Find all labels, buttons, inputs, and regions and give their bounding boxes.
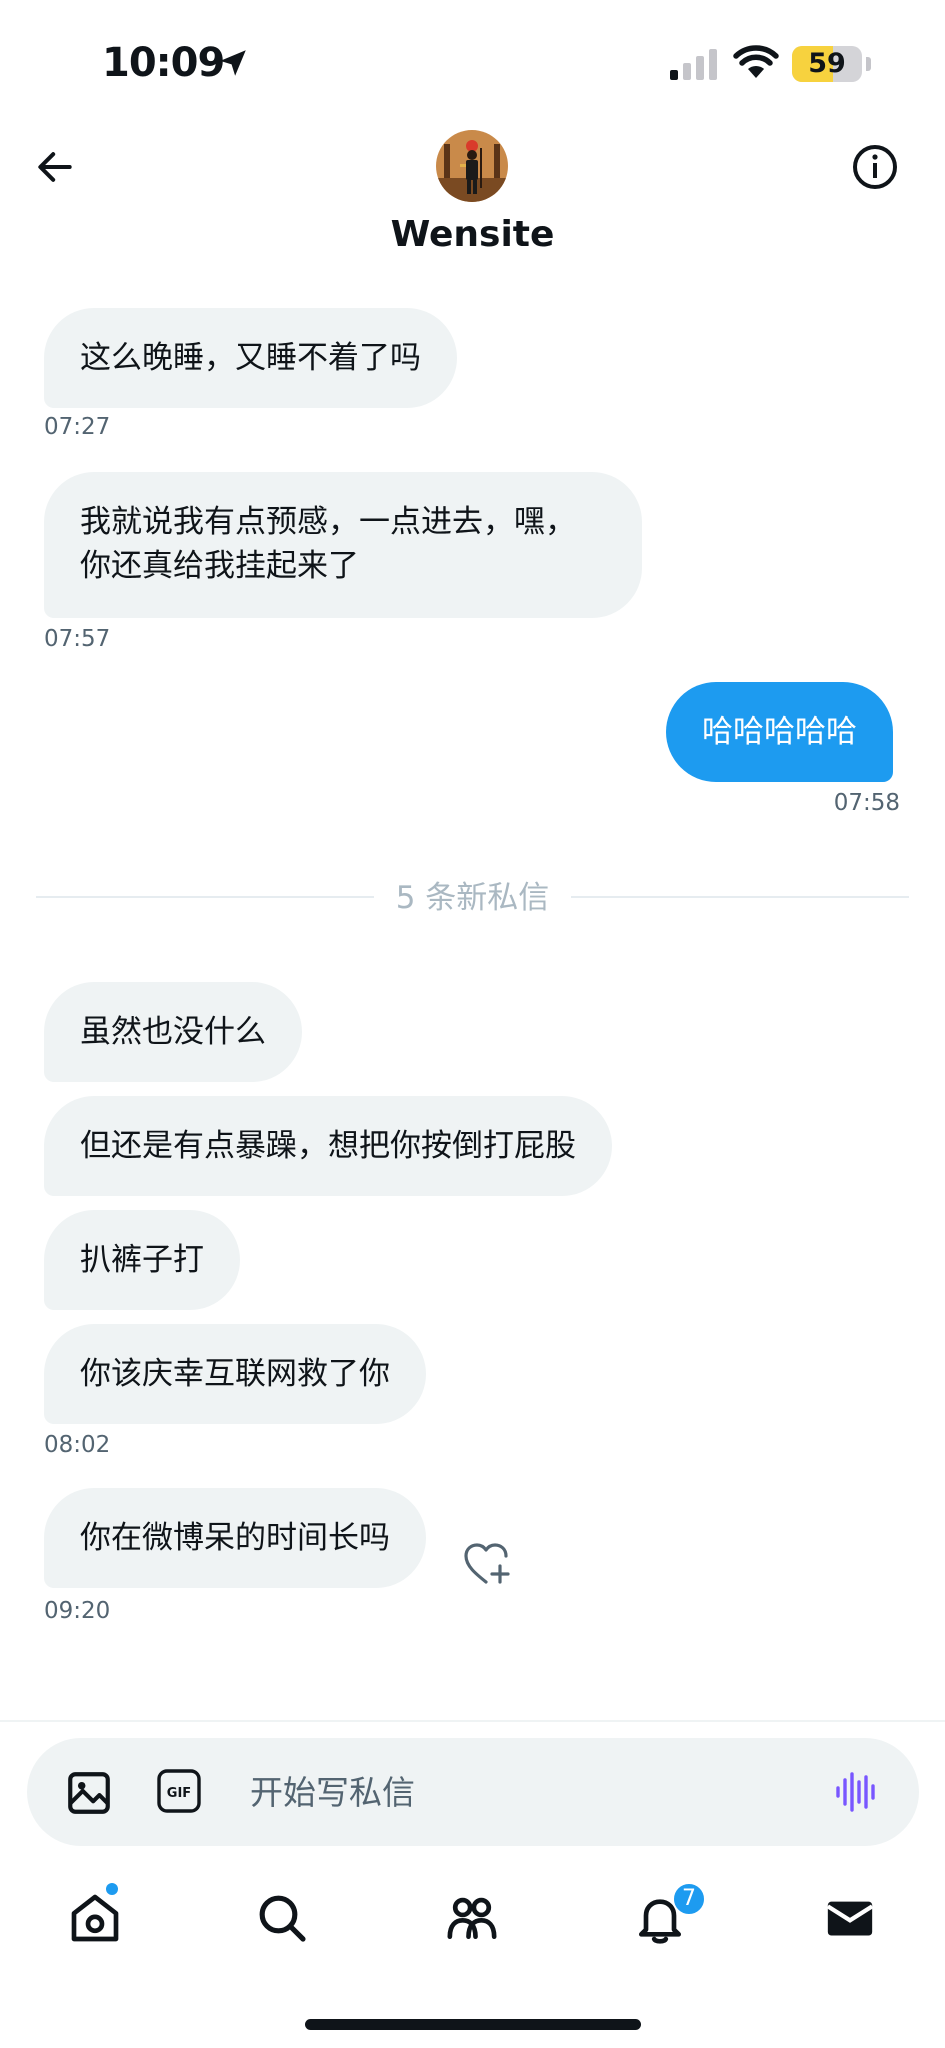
message-timestamp: 07:58: [833, 790, 900, 816]
message-input[interactable]: [250, 1766, 790, 1818]
info-icon: [853, 145, 897, 189]
communities-icon[interactable]: [444, 1890, 500, 1946]
back-button[interactable]: [30, 142, 80, 192]
dm-conversation-screen: 10:09 59 Wensite 这么晚睡，又睡不着了吗 07:27 我就说我有…: [0, 0, 945, 2048]
gif-icon[interactable]: GIF: [156, 1768, 202, 1814]
message-timestamp: 09:20: [44, 1598, 111, 1624]
home-icon[interactable]: [67, 1890, 123, 1946]
message-bubble[interactable]: 但还是有点暴躁，想把你按倒打屁股: [44, 1096, 612, 1196]
message-bubble[interactable]: 扒裤子打: [44, 1210, 240, 1310]
arrow-left-icon: [38, 152, 72, 182]
new-messages-divider-label: 5 条新私信: [395, 880, 550, 916]
message-bubble[interactable]: 你在微博呆的时间长吗: [44, 1488, 426, 1588]
message-bubble[interactable]: 我就说我有点预感，一点进去，嘿，你还真给我挂起来了: [44, 472, 642, 618]
message-timestamp: 08:02: [44, 1432, 111, 1458]
composer-divider: [0, 1720, 945, 1722]
image-icon[interactable]: [64, 1768, 114, 1818]
message-bubble[interactable]: 虽然也没什么: [44, 982, 302, 1082]
gif-icon-label: GIF: [167, 1786, 191, 1801]
message-timestamp: 07:57: [44, 626, 111, 652]
contact-name[interactable]: Wensite: [0, 214, 945, 255]
avatar-image: [436, 130, 508, 202]
message-bubble[interactable]: 这么晚睡，又睡不着了吗: [44, 308, 457, 408]
message-timestamp: 07:27: [44, 414, 111, 440]
status-time: 10:09: [102, 40, 225, 86]
divider-line-right: [571, 896, 909, 898]
home-unread-dot: [106, 1883, 118, 1895]
battery-indicator: 59: [792, 46, 862, 82]
message-bubble[interactable]: 你该庆幸互联网救了你: [44, 1324, 426, 1424]
add-reaction-heart-icon[interactable]: [462, 1540, 512, 1586]
status-bar: 10:09 59: [0, 0, 945, 120]
battery-percent: 59: [808, 48, 846, 79]
contact-avatar[interactable]: [436, 130, 508, 202]
cellular-signal-icon: [670, 49, 717, 80]
notifications-badge: 7: [672, 1882, 706, 1916]
message-bubble-sent[interactable]: 哈哈哈哈哈: [666, 682, 893, 782]
wifi-icon: [733, 45, 779, 78]
home-indicator: [305, 2019, 641, 2030]
battery-tip: [866, 57, 871, 71]
conversation-info-button[interactable]: [850, 142, 900, 192]
messages-envelope-icon[interactable]: [822, 1890, 878, 1946]
location-arrow-icon: [220, 50, 246, 76]
voice-message-icon[interactable]: [834, 1770, 878, 1814]
search-icon[interactable]: [254, 1890, 310, 1946]
